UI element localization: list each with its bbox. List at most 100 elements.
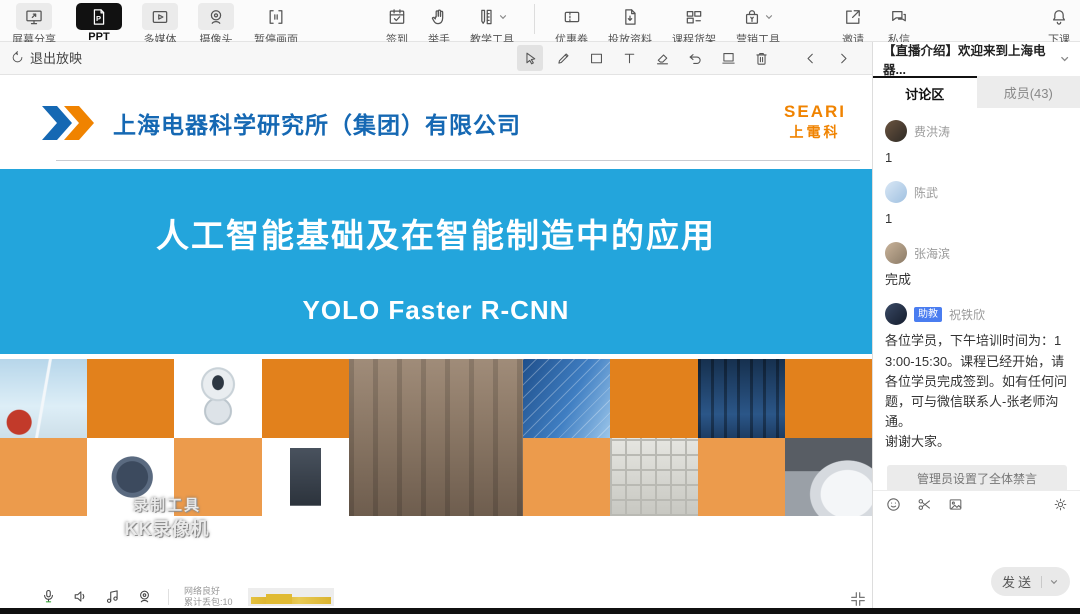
webcam-icon xyxy=(198,3,234,30)
orange-tile xyxy=(87,359,174,438)
live-teaching-app: 屏幕分享 P PPT 多媒体 摄像头 xyxy=(0,0,1080,614)
chat-bubbles-icon xyxy=(889,3,909,30)
status-divider xyxy=(168,589,169,605)
message-list[interactable]: 费洪涛 1 陈武 1 张海滨 完成 xyxy=(873,108,1080,490)
screen-share-icon xyxy=(16,3,52,30)
collapse-icon[interactable] xyxy=(848,589,868,609)
speaker-icon[interactable] xyxy=(72,588,89,605)
rectangle-icon xyxy=(588,50,605,67)
clear-board-tool[interactable] xyxy=(715,45,741,71)
eraser-tool[interactable] xyxy=(649,45,675,71)
toolbar-item-multimedia[interactable]: 多媒体 xyxy=(142,0,178,47)
undo-icon xyxy=(687,50,704,67)
orange-tile xyxy=(785,359,872,438)
orange-tile xyxy=(0,438,87,517)
toolbar-group-media: 屏幕分享 P PPT 多媒体 摄像头 xyxy=(12,0,298,42)
text-icon xyxy=(621,50,638,67)
microphone-icon[interactable] xyxy=(40,588,57,605)
teaching-tools-icon xyxy=(476,3,508,30)
send-button[interactable]: 发送 xyxy=(991,567,1070,596)
tab-members[interactable]: 成员(43) xyxy=(977,76,1080,108)
watermark-line1: 录制工具 xyxy=(92,494,242,515)
exit-presentation-label: 退出放映 xyxy=(30,48,82,67)
photo-collage xyxy=(0,359,872,516)
chat-message: 陈武 1 xyxy=(885,181,1069,229)
chevron-down-icon xyxy=(764,12,774,22)
chat-settings-gear-icon[interactable] xyxy=(1052,496,1069,513)
photo-electric-car xyxy=(785,438,872,517)
cursor-icon xyxy=(522,50,539,67)
toolbar-item-ppt[interactable]: P PPT xyxy=(76,0,122,43)
network-quality-label: 网络良好 xyxy=(184,586,220,596)
orange-tile xyxy=(262,359,349,438)
check-in-icon xyxy=(387,3,407,30)
tab-members-label: 成员(43) xyxy=(1004,83,1053,102)
live-intro-header[interactable]: 【直播介绍】欢迎来到上海电器... xyxy=(873,42,1080,76)
top-toolbar: 屏幕分享 P PPT 多媒体 摄像头 xyxy=(0,0,1080,42)
next-slide-button[interactable] xyxy=(830,45,856,71)
toolbar-group-class: 签到 举手 教学工具 优惠券 xyxy=(386,0,780,42)
orange-tile xyxy=(523,438,610,517)
tab-discussion-label: 讨论区 xyxy=(905,84,944,103)
message-text: 1 xyxy=(885,209,1069,229)
select-tool[interactable] xyxy=(517,45,543,71)
slide-title-banner: 人工智能基础及在智能制造中的应用 YOLO Faster R-CNN xyxy=(0,169,872,354)
photo-robot xyxy=(174,359,261,438)
slide-title: 人工智能基础及在智能制造中的应用 xyxy=(0,209,872,257)
organization-name: 上海电器科学研究所（集团）有限公司 xyxy=(113,106,521,140)
pen-tool[interactable] xyxy=(550,45,576,71)
sender-name: 张海滨 xyxy=(914,245,950,262)
delete-annotations-tool[interactable] xyxy=(748,45,774,71)
toolbar-group-end: 下课 xyxy=(1048,0,1070,42)
system-message: 管理员设置了全体禁言 xyxy=(887,465,1067,490)
slide-subtitle: YOLO Faster R-CNN xyxy=(0,295,872,326)
double-chevron-icon xyxy=(42,106,98,140)
toolbar-item-coupon[interactable]: 优惠券 xyxy=(555,0,588,47)
screenshot-scissors-icon[interactable] xyxy=(916,496,933,513)
sender-name: 陈武 xyxy=(914,184,938,201)
shape-tool[interactable] xyxy=(583,45,609,71)
toolbar-item-pause-screen[interactable]: 暂停画面 xyxy=(254,0,298,47)
live-intro-title: 【直播介绍】欢迎来到上海电器... xyxy=(883,40,1059,78)
undo-tool[interactable] xyxy=(682,45,708,71)
status-bar: 网络良好 累计丢包:10 xyxy=(0,585,872,608)
photo-solar-panels xyxy=(523,359,610,438)
prev-slide-button[interactable] xyxy=(797,45,823,71)
avatar xyxy=(885,181,907,203)
slide-stage: 上海电器科学研究所（集团）有限公司 SEARI 上電科 人工智能基础及在智能制造… xyxy=(0,76,872,585)
chevron-down-icon[interactable] xyxy=(1059,53,1070,65)
music-note-icon[interactable] xyxy=(104,588,121,605)
chevron-down-icon xyxy=(498,12,508,22)
coupon-icon xyxy=(562,3,582,30)
toolbar-item-materials[interactable]: 投放资料 xyxy=(608,0,652,47)
toolbar-item-course-shelf[interactable]: 课程货架 xyxy=(672,0,716,47)
packet-loss-label: 累计丢包:10 xyxy=(184,597,233,607)
tab-discussion[interactable]: 讨论区 xyxy=(873,76,977,108)
toolbar-item-teaching-tools[interactable]: 教学工具 xyxy=(470,0,514,47)
board-icon xyxy=(720,50,737,67)
exit-presentation-button[interactable]: 退出放映 xyxy=(10,48,82,67)
image-icon[interactable] xyxy=(947,496,964,513)
toolbar-item-invite[interactable]: 邀请 xyxy=(842,0,864,47)
emoji-icon[interactable] xyxy=(885,496,902,513)
toolbar-item-screen-share[interactable]: 屏幕分享 xyxy=(12,0,56,47)
chat-message: 费洪涛 1 xyxy=(885,120,1069,168)
toolbar-item-raise-hand[interactable]: 举手 xyxy=(428,0,450,47)
toolbar-item-check-in[interactable]: 签到 xyxy=(386,0,408,47)
text-tool[interactable] xyxy=(616,45,642,71)
send-divider xyxy=(1041,576,1042,588)
message-text: 各位学员，下午培训时间为：13:00-15:30。课程已经开始，请各位学员完成签… xyxy=(885,331,1069,432)
marketing-bag-icon xyxy=(742,3,774,30)
chevron-right-icon xyxy=(835,50,852,67)
webcam-small-icon[interactable] xyxy=(136,588,153,605)
slide-header: 上海电器科学研究所（集团）有限公司 xyxy=(42,106,521,140)
toolbar-item-camera[interactable]: 摄像头 xyxy=(198,0,234,47)
avatar xyxy=(885,303,907,325)
avatar xyxy=(885,120,907,142)
toolbar-item-marketing-tools[interactable]: 营销工具 xyxy=(736,0,780,47)
send-options-chevron-icon[interactable] xyxy=(1049,577,1059,587)
trash-icon xyxy=(753,50,770,67)
orange-tile xyxy=(698,438,785,517)
photo-emc-chamber xyxy=(610,438,697,517)
toolbar-group-social: 邀请 私信 xyxy=(842,0,910,42)
